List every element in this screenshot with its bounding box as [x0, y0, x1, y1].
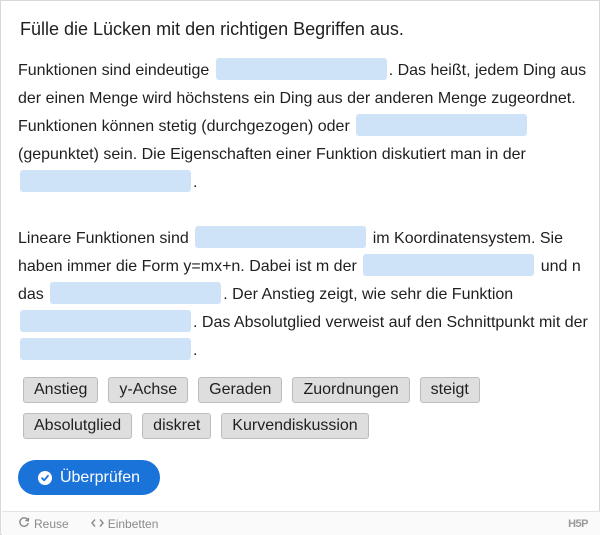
draggable-word-steigt[interactable]: steigt [419, 377, 480, 403]
blank-drop-zone-6[interactable] [50, 282, 222, 304]
paragraph-2: Lineare Funktionen sind im Koordinatensy… [18, 225, 588, 365]
footer-bar: Reuse Einbetten H5P [2, 511, 600, 535]
check-button[interactable]: Überprüfen [18, 460, 160, 495]
draggable-word-diskret[interactable]: diskret [142, 413, 212, 439]
draggable-word-absolutglied[interactable]: Absolutglied [23, 413, 133, 439]
blank-drop-zone-7[interactable] [20, 310, 191, 332]
blank-drop-zone-5[interactable] [363, 254, 535, 276]
check-button-label: Überprüfen [59, 468, 141, 486]
word-bank: Anstieg y-Achse Geraden Zuordnungen stei… [23, 377, 583, 439]
blank-drop-zone-1[interactable] [215, 58, 387, 80]
draggable-word-anstieg[interactable]: Anstieg [23, 377, 99, 403]
text-segment: . [193, 342, 198, 359]
reuse-label: Reuse [34, 516, 69, 531]
code-icon [90, 517, 104, 531]
h5p-logo[interactable]: H5P [568, 518, 588, 530]
draggable-word-kurvendiskussion[interactable]: Kurvendiskussion [221, 413, 369, 439]
blank-drop-zone-8[interactable] [20, 338, 191, 360]
text-segment: . Der Anstieg zeigt, wie sehr die Funkti… [223, 286, 514, 303]
embed-link[interactable]: Einbetten [90, 516, 159, 531]
reuse-link[interactable]: Reuse [18, 516, 69, 531]
cloze-text: Funktionen sind eindeutige . Das heißt, … [18, 57, 588, 365]
check-circle-icon [37, 470, 52, 485]
text-segment: . [193, 174, 198, 191]
task-instruction: Fülle die Lücken mit den richtigen Begri… [20, 19, 404, 39]
text-segment: Lineare Funktionen sind [18, 230, 189, 247]
reuse-icon [18, 516, 30, 531]
text-segment: Funktionen sind eindeutige [18, 62, 210, 79]
text-segment: . Das Absolutglied verweist auf den Schn… [193, 314, 588, 331]
blank-drop-zone-4[interactable] [195, 226, 367, 248]
paragraph-1: Funktionen sind eindeutige . Das heißt, … [18, 57, 588, 197]
text-segment: (gepunktet) sein. Die Eigenschaften eine… [18, 146, 526, 163]
embed-label: Einbetten [107, 516, 159, 531]
task-frame: Fülle die Lücken mit den richtigen Begri… [0, 0, 600, 535]
blank-drop-zone-2[interactable] [356, 114, 528, 136]
blank-drop-zone-3[interactable] [20, 170, 191, 192]
draggable-word-zuordnungen[interactable]: Zuordnungen [292, 377, 410, 403]
draggable-word-geraden[interactable]: Geraden [198, 377, 283, 403]
draggable-word-y-achse[interactable]: y-Achse [108, 377, 189, 403]
